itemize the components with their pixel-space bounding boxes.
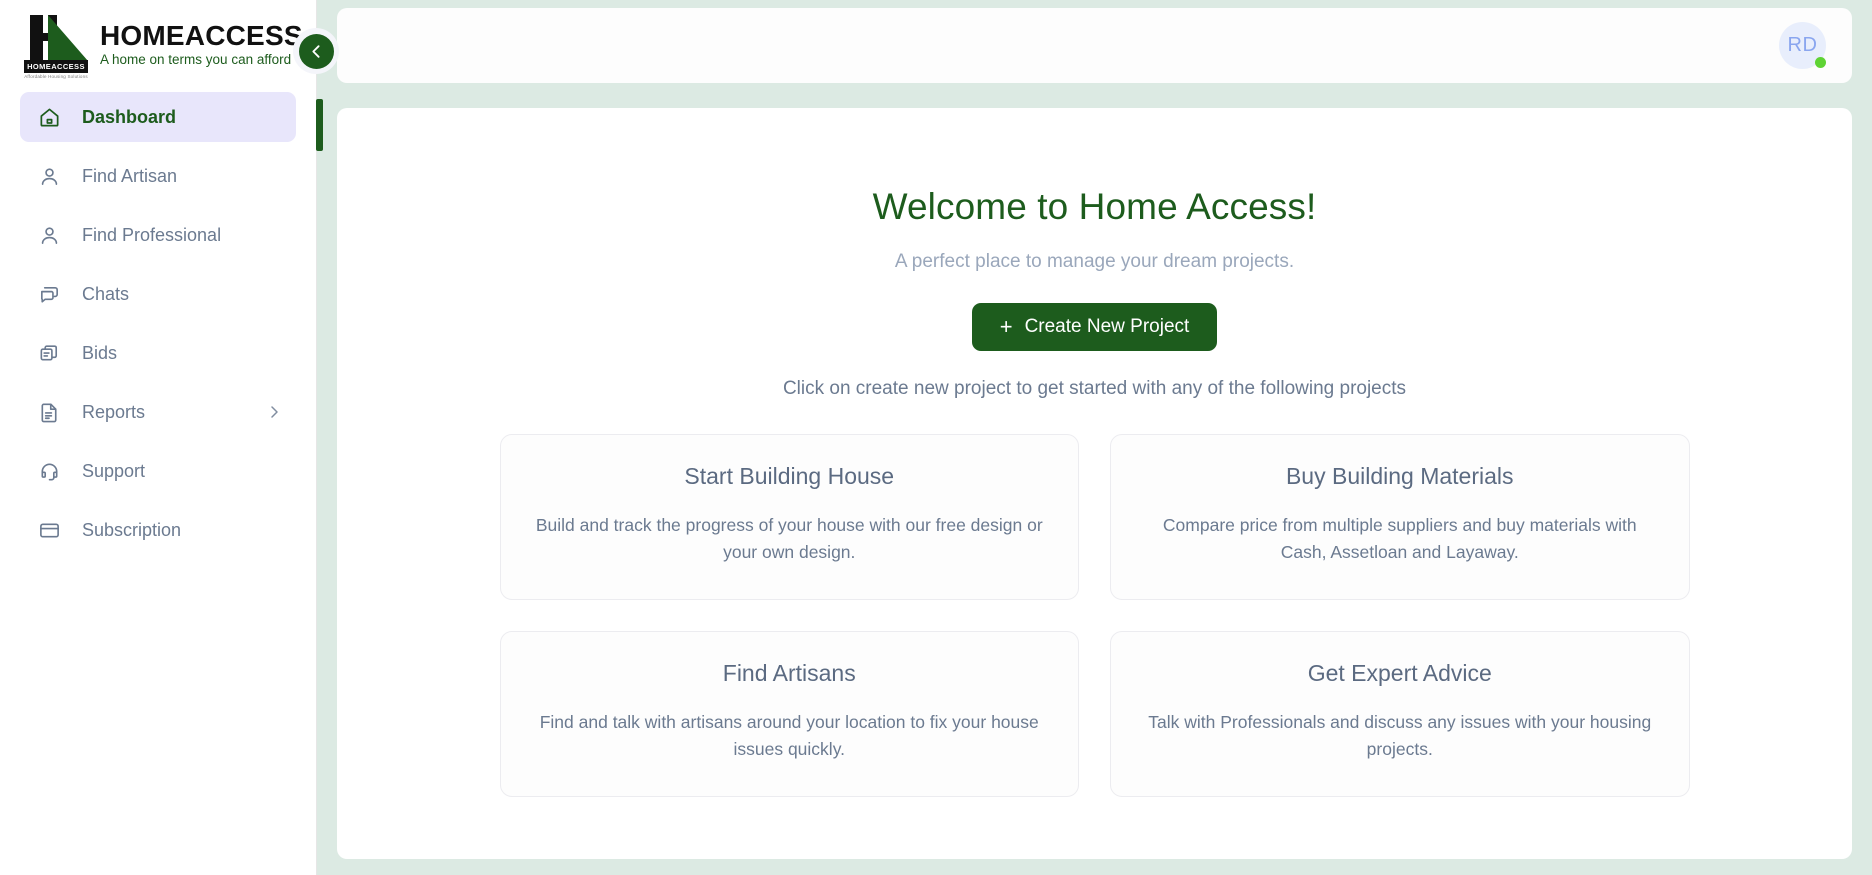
brand-title: HOMEACCESS <box>100 20 303 52</box>
sidebar-item-dashboard[interactable]: Dashboard <box>20 92 296 142</box>
chevron-right-icon <box>266 404 282 420</box>
feature-card-grid: Start Building House Build and track the… <box>499 434 1690 798</box>
page-subtitle: A perfect place to manage your dream pro… <box>894 251 1295 272</box>
dashboard-content-card: Welcome to Home Access! A perfect place … <box>337 108 1852 859</box>
feature-card-description: Compare price from multiple suppliers an… <box>1162 515 1637 562</box>
sidebar-item-label: Bids <box>82 342 118 363</box>
headset-icon <box>36 458 62 484</box>
sidebar-item-find-artisan[interactable]: Find Artisan <box>20 151 296 201</box>
status-badge <box>1815 57 1826 68</box>
feature-card-description: Talk with Professionals and discuss any … <box>1148 712 1652 759</box>
document-icon <box>36 399 62 425</box>
copy-icon <box>36 340 62 366</box>
page-title: Welcome to Home Access! <box>872 186 1317 227</box>
active-nav-marker <box>316 99 323 151</box>
topbar: RD <box>337 8 1852 83</box>
sidebar-item-find-professional[interactable]: Find Professional <box>20 210 296 260</box>
sidebar-item-label: Support <box>82 460 146 481</box>
logo-plate-subtext: Affordable Housing Solutions <box>24 74 88 79</box>
brand-tagline: A home on terms you can afford <box>100 51 292 67</box>
user-icon <box>36 163 62 189</box>
chevron-left-icon <box>298 33 334 69</box>
feature-card-description: Build and track the progress of your hou… <box>535 515 1043 562</box>
sidebar-item-subscription[interactable]: Subscription <box>20 505 296 555</box>
sidebar-item-label: Reports <box>82 401 146 422</box>
home-icon <box>36 104 62 130</box>
chat-bubble-icon <box>36 281 62 307</box>
app-root: HOMEACCESS Affordable Housing Solutions … <box>0 0 1872 875</box>
sidebar-item-label: Find Professional <box>82 224 222 245</box>
sidebar-item-bids[interactable]: Bids <box>20 328 296 378</box>
feature-card-buy-building-materials[interactable]: Buy Building Materials Compare price fro… <box>1110 434 1690 601</box>
homeaccess-logo-icon: HOMEACCESS Affordable Housing Solutions <box>24 13 88 79</box>
feature-card-title: Get Expert Advice <box>1307 660 1492 687</box>
sidebar-item-label: Chats <box>82 283 130 304</box>
sidebar: HOMEACCESS Affordable Housing Solutions … <box>0 0 339 875</box>
feature-card-start-building-house[interactable]: Start Building House Build and track the… <box>499 434 1079 601</box>
logo-plate-text: HOMEACCESS <box>24 60 88 73</box>
sidebar-item-label: Find Artisan <box>82 165 178 186</box>
user-icon <box>36 222 62 248</box>
credit-card-icon <box>36 517 62 543</box>
sidebar-item-label: Dashboard <box>82 106 177 127</box>
user-menu[interactable]: RD <box>1779 22 1826 69</box>
sidebar-collapse-button[interactable] <box>293 28 339 74</box>
create-new-project-button[interactable]: + Create New Project <box>971 303 1218 351</box>
sidebar-item-reports[interactable]: Reports <box>20 387 296 437</box>
feature-card-title: Buy Building Materials <box>1285 463 1514 489</box>
feature-card-title: Find Artisans <box>722 660 856 687</box>
hint-text: Click on create new project to get start… <box>782 378 1407 399</box>
feature-card-description: Find and talk with artisans around your … <box>539 712 1039 759</box>
sidebar-nav: Dashboard Find Artisan Find Professional… <box>0 88 316 555</box>
feature-card-find-artisans[interactable]: Find Artisans Find and talk with artisan… <box>499 631 1079 798</box>
feature-card-title: Start Building House <box>684 463 895 489</box>
feature-card-get-expert-advice[interactable]: Get Expert Advice Talk with Professional… <box>1110 631 1690 798</box>
cta-row: + Create New Project <box>337 303 1852 351</box>
create-new-project-label: Create New Project <box>1024 316 1190 337</box>
brand-logo[interactable]: HOMEACCESS Affordable Housing Solutions … <box>0 0 316 88</box>
sidebar-item-support[interactable]: Support <box>20 446 296 496</box>
plus-icon: + <box>999 314 1013 339</box>
sidebar-item-chats[interactable]: Chats <box>20 269 296 319</box>
main-area: RD Welcome to Home Access! A perfect pla… <box>317 0 1872 875</box>
sidebar-item-label: Subscription <box>82 519 182 540</box>
